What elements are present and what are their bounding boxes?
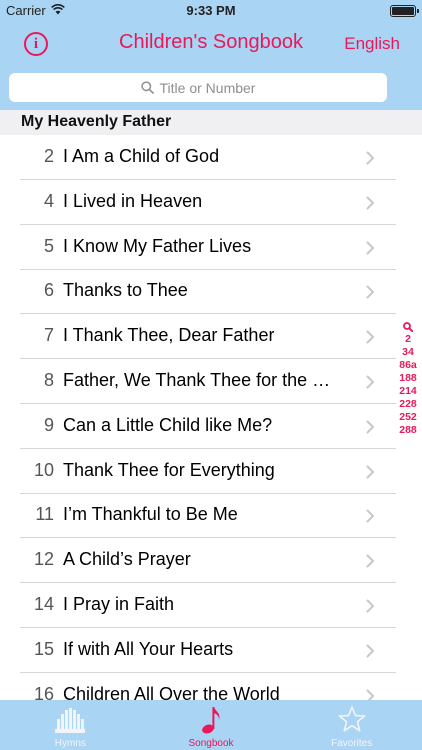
song-title: I Pray in Faith [63,594,175,614]
section-header: My Heavenly Father [0,110,422,135]
chevron-right-icon [366,599,375,618]
song-number: 4 [43,190,54,211]
section-index-item[interactable]: 288 [393,424,422,437]
song-list[interactable]: 2I Am a Child of God 4 I Lived in Heaven 5 I… [0,135,422,700]
section-index-item[interactable]: 86a [393,359,422,372]
chevron-right-icon [366,509,375,528]
song-number: 10 [33,459,54,480]
song-row[interactable]: 2 I Am a Child of God [0,135,396,180]
status-bar: Carrier 9:33 PM [0,0,422,22]
section-index-item[interactable]: 2 [393,333,422,346]
song-title: Thank Thee for Everything [63,459,275,480]
song-number: 6 [43,280,54,301]
tab-favorites[interactable]: Favorites [281,700,422,750]
song-number: 16 [33,683,54,700]
chevron-right-icon [366,375,375,394]
chevron-right-icon [366,330,375,349]
song-title: If with All Your Hearts [63,638,234,659]
section-index-item[interactable]: 34 [393,346,422,359]
song-title: Father, We Thank Thee for the Night [63,370,343,390]
search-placeholder: Title or Number [159,79,256,96]
song-title: I Lived in Heaven [63,190,203,211]
section-index-item[interactable]: 214 [393,385,422,398]
chevron-right-icon [366,554,375,573]
battery-icon [390,5,419,17]
chevron-right-icon [366,689,375,700]
song-row[interactable]: 15 If with All Your Hearts [0,628,396,673]
chevron-right-icon [366,241,375,260]
song-row[interactable]: 16 Children All Over the World [0,673,396,700]
tab-songbook[interactable]: Songbook [141,700,282,750]
song-row[interactable]: 14 I Pray in Faith [0,583,396,628]
tab-hymns-label: Hymns [54,738,86,749]
song-number: 11 [35,504,54,525]
tab-hymns[interactable]: Hymns [0,700,141,750]
song-number: 12 [33,549,54,570]
song-row[interactable]: 12 A Child’s Prayer [0,538,396,584]
organ-icon [0,705,141,733]
song-title: Children All Over the World [63,683,280,700]
chevron-right-icon [366,285,375,304]
star-icon [281,705,422,733]
tab-favorites-label: Favorites [331,738,373,749]
chevron-right-icon [366,151,375,170]
song-row[interactable]: 7 I Thank Thee, Dear Father [0,314,396,360]
song-row[interactable]: 6 Thanks to Thee [0,269,396,315]
song-number: 8 [43,370,54,390]
song-row[interactable]: 9 Can a Little Child like Me? [0,404,396,449]
search-input[interactable]: Title or Number [9,73,387,102]
song-row[interactable]: 10 Thank Thee for Everything [0,449,396,494]
tab-bar: Hymns Songbook Favorites [0,700,422,750]
song-title: Thanks to Thee [63,280,188,301]
section-index-item[interactable]: 228 [393,398,422,411]
song-number: 9 [43,414,54,435]
song-row[interactable]: 11 I’m Thankful to Be Me [0,493,396,539]
section-index-item[interactable]: 252 [393,411,422,424]
song-number: 2 [43,146,54,166]
section-index[interactable]: 2 34 86a 188 214 228 252 288 [393,320,422,437]
song-title: I’m Thankful to Be Me [63,504,238,525]
chevron-right-icon [366,420,375,439]
song-title: I Know My Father Lives [63,235,252,256]
chevron-right-icon [366,196,375,215]
header-area: Carrier 9:33 PM i Children's Songbook En… [0,0,422,110]
search-icon [140,81,154,94]
song-row[interactable]: 8 Father, We Thank Thee for the Night [0,359,396,404]
tab-songbook-label: Songbook [188,738,234,749]
song-row[interactable]: 5 I Know My Father Lives [0,225,396,270]
song-row[interactable]: 4 I Lived in Heaven [0,180,396,225]
song-number: 15 [33,638,54,659]
song-title: A Child’s Prayer [63,549,191,570]
music-note-icon [141,705,282,735]
song-number: 7 [43,325,54,346]
index-search-icon[interactable] [393,320,422,333]
song-title: I Thank Thee, Dear Father [63,325,275,346]
section-title: My Heavenly Father [21,113,172,130]
song-number: 14 [33,594,54,614]
navigation-bar: i Children's Songbook English [0,22,422,66]
chevron-right-icon [366,644,375,663]
section-index-item[interactable]: 188 [393,372,422,385]
status-time: 9:33 PM [186,3,236,18]
song-number: 5 [43,235,54,256]
song-title: Can a Little Child like Me? [63,414,273,435]
chevron-right-icon [366,465,375,484]
language-button[interactable]: English [344,34,400,54]
song-title: I Am a Child of God [63,146,220,166]
